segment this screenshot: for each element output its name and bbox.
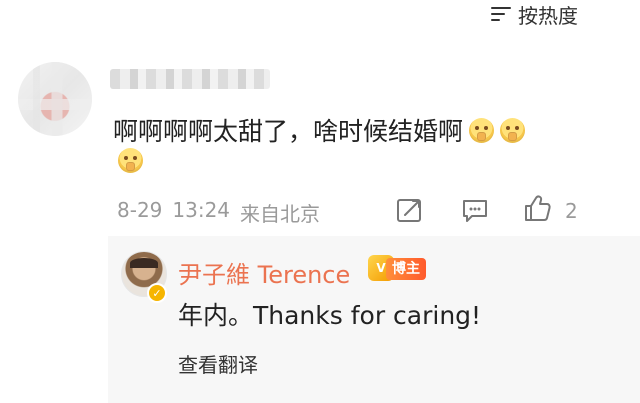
comment-location: 来自北京 — [240, 202, 321, 226]
comment-date: 8-29 — [117, 198, 163, 222]
like-count: 2 — [565, 199, 578, 223]
reply-author[interactable]: 尹子維 Terence — [178, 255, 350, 290]
commenter-avatar[interactable] — [18, 62, 92, 136]
pray-emoji — [500, 117, 526, 143]
comment-text-row: 啊啊啊啊太甜了，啥时候结婚啊 — [113, 112, 526, 148]
comment-meta: 8-29 13:24 来自北京 — [117, 198, 320, 227]
sort-label: 按热度 — [518, 3, 578, 28]
repost-icon[interactable] — [395, 195, 425, 225]
pray-emoji — [469, 117, 495, 143]
comment-icon[interactable] — [460, 195, 490, 225]
translate-button[interactable]: 查看翻译 — [178, 349, 258, 378]
verified-icon: ✓ — [147, 283, 167, 303]
pray-emoji — [118, 148, 143, 173]
comment-text: 啊啊啊啊太甜了，啥时候结婚啊 — [113, 117, 464, 146]
like-icon[interactable] — [522, 193, 552, 223]
blogger-badge: 博主 — [386, 258, 426, 280]
sort-by-hot[interactable]: 按热度 — [490, 2, 578, 28]
reply-text: 年内。Thanks for caring! — [178, 301, 482, 330]
commenter-name-blurred[interactable] — [110, 69, 270, 89]
comment-time: 13:24 — [172, 198, 231, 222]
sort-icon — [491, 7, 511, 21]
